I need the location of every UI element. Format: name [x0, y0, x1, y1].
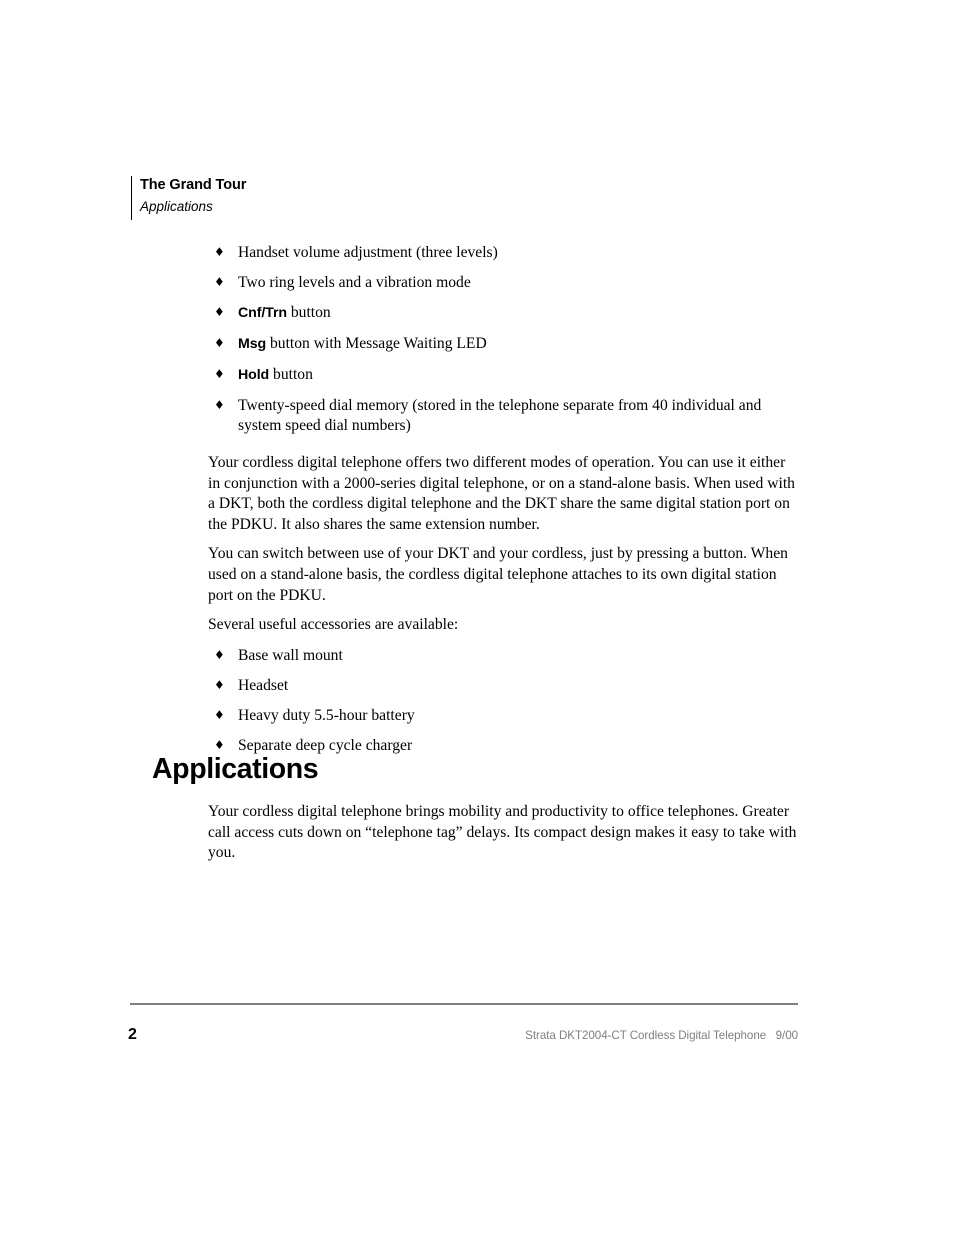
section-body: Your cordless digital telephone brings m…: [208, 802, 798, 864]
list-item: ♦ Twenty-speed dial memory (stored in th…: [208, 396, 798, 435]
page-title: Applications: [152, 753, 319, 785]
list-item-text: Two ring levels and a vibration mode: [238, 274, 471, 291]
diamond-bullet-icon: ♦: [214, 398, 225, 412]
list-item-keyword: Msg: [238, 336, 267, 352]
paragraph-accessories-intro: Several useful accessories are available…: [208, 616, 459, 634]
list-item-text: Heavy duty 5.5-hour battery: [238, 706, 415, 724]
diamond-bullet-icon: ♦: [214, 275, 225, 289]
feature-list: ♦ Handset volume adjustment (three level…: [208, 243, 798, 435]
list-item-text: Twenty-speed dial memory (stored in the …: [238, 397, 762, 434]
page-footer: 2 Strata DKT2004-CT Cordless Digital Tel…: [128, 1025, 798, 1045]
list-item: ♦ Cnf/Trn button: [208, 303, 798, 324]
list-item-keyword: Hold: [238, 367, 270, 383]
list-item-text: Headset: [238, 676, 289, 694]
list-item: ♦ Headset: [208, 676, 798, 696]
diamond-bullet-icon: ♦: [214, 245, 225, 259]
list-item-text: button: [286, 304, 331, 321]
diamond-bullet-icon: ♦: [214, 677, 225, 692]
list-item: ♦ Heavy duty 5.5-hour battery: [208, 706, 798, 726]
accessory-list: ♦ Base wall mount ♦ Headset ♦ Heavy duty…: [208, 646, 798, 756]
footer-divider: [130, 1003, 798, 1005]
header-section-name: Applications: [140, 199, 213, 214]
list-item: ♦ Handset volume adjustment (three level…: [208, 243, 798, 263]
diamond-bullet-icon: ♦: [214, 707, 225, 722]
paragraph-applications: Your cordless digital telephone brings m…: [208, 803, 797, 862]
diamond-bullet-icon: ♦: [214, 647, 225, 662]
list-item-text: Handset volume adjustment (three levels): [238, 244, 498, 261]
header-chapter-title: The Grand Tour: [140, 177, 247, 193]
list-item: ♦ Base wall mount: [208, 646, 798, 666]
running-header: The Grand Tour Applications: [131, 176, 811, 220]
footer-document-title: Strata DKT2004-CT Cordless Digital Telep…: [525, 1029, 798, 1042]
list-item-text: button: [269, 366, 313, 383]
diamond-bullet-icon: ♦: [214, 305, 225, 319]
diamond-bullet-icon: ♦: [214, 336, 225, 350]
list-item: ♦ Two ring levels and a vibration mode: [208, 273, 798, 293]
paragraph-modes: Your cordless digital telephone offers t…: [208, 454, 795, 533]
list-item-text: Base wall mount: [238, 646, 343, 664]
list-item-keyword: Cnf/Trn: [238, 305, 287, 321]
paragraph-switching: You can switch between use of your DKT a…: [208, 545, 788, 604]
document-page: The Grand Tour Applications ♦ Handset vo…: [0, 0, 954, 1235]
diamond-bullet-icon: ♦: [214, 367, 225, 381]
main-content: ♦ Handset volume adjustment (three level…: [208, 243, 798, 755]
list-item-text: button with Message Waiting LED: [266, 335, 487, 352]
list-item: ♦ Msg button with Message Waiting LED: [208, 334, 798, 355]
page-number: 2: [128, 1026, 137, 1043]
list-item: ♦ Hold button: [208, 365, 798, 386]
